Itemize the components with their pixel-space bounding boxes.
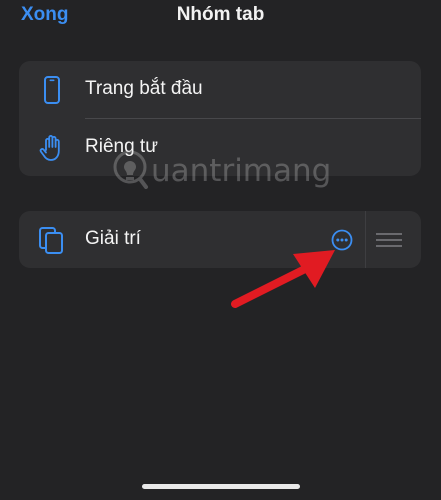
default-tab-groups: Trang bắt đầu Riêng tư bbox=[19, 61, 421, 176]
phone-icon bbox=[44, 76, 60, 104]
page-title: Nhóm tab bbox=[176, 4, 265, 25]
tab-group-private[interactable]: Riêng tư bbox=[19, 119, 421, 176]
tab-group-label: Trang bắt đầu bbox=[85, 78, 203, 99]
tab-group-label: Riêng tư bbox=[85, 136, 158, 157]
drag-handle-icon[interactable] bbox=[375, 231, 403, 249]
tabs-stack-icon bbox=[39, 227, 63, 254]
home-indicator[interactable] bbox=[142, 484, 300, 489]
tab-group-start-page[interactable]: Trang bắt đầu bbox=[19, 61, 421, 118]
red-arrow-annotation bbox=[231, 250, 335, 308]
tab-group-entertainment[interactable]: Giải trí bbox=[19, 211, 421, 268]
navigation-bar: Xong Nhóm tab bbox=[0, 0, 441, 34]
custom-tab-groups: Giải trí bbox=[19, 211, 421, 268]
tab-group-label: Giải trí bbox=[85, 228, 141, 249]
hand-icon bbox=[39, 135, 60, 161]
handle-divider bbox=[365, 211, 366, 268]
